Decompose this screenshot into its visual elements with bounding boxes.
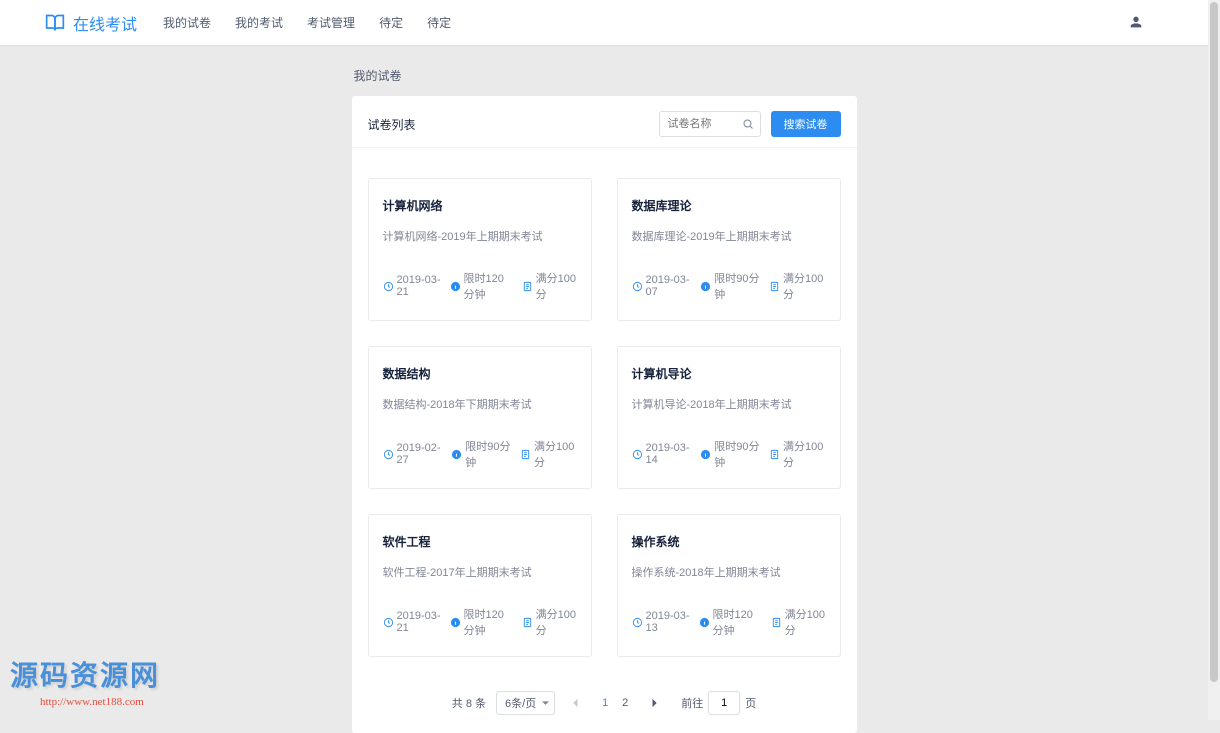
meta-limit: 限时120分钟: [450, 270, 514, 302]
card-meta: 2019-03-13限时120分钟满分100分: [632, 606, 826, 638]
card-title: 操作系统: [632, 533, 826, 550]
meta-limit: 限时90分钟: [700, 438, 761, 470]
score-icon: [522, 281, 533, 292]
watermark-text: 源码资源网: [10, 654, 160, 694]
breadcrumb: 我的试卷: [352, 55, 857, 96]
watermark: 源码资源网 http://www.net188.com: [10, 654, 160, 708]
meta-score: 满分100分: [522, 606, 577, 638]
card-title: 软件工程: [383, 533, 577, 550]
meta-limit: 限时90分钟: [700, 270, 761, 302]
card-subtitle: 软件工程-2017年上期期末考试: [383, 564, 577, 580]
paper-grid: 计算机网络计算机网络-2019年上期期末考试2019-03-21限时120分钟满…: [352, 148, 857, 677]
clock-icon: [383, 281, 394, 292]
card-meta: 2019-03-14限时90分钟满分100分: [632, 438, 826, 470]
score-icon: [520, 449, 531, 460]
paper-card[interactable]: 计算机网络计算机网络-2019年上期期末考试 2019-03-21限时120分钟满…: [368, 178, 592, 321]
paper-card[interactable]: 数据结构数据结构-2018年下期期末考试 2019-02-27限时90分钟满分10…: [368, 346, 592, 489]
page-number[interactable]: 2: [615, 691, 635, 715]
logo[interactable]: 在线考试: [45, 11, 137, 35]
chevron-left-icon: [571, 698, 579, 708]
paper-card[interactable]: 软件工程软件工程-2017年上期期末考试 2019-03-21限时120分钟满分1…: [368, 514, 592, 657]
top-navbar: 在线考试 我的试卷 我的考试 考试管理 待定 待定: [0, 0, 1208, 45]
card-title: 计算机网络: [383, 197, 577, 214]
clock-icon: [383, 449, 394, 460]
meta-date: 2019-03-21: [383, 270, 442, 302]
page-size-select[interactable]: 6条/页: [496, 691, 555, 715]
meta-score: 满分100分: [769, 438, 826, 470]
page-prev-button[interactable]: [563, 691, 587, 715]
paper-card[interactable]: 操作系统操作系统-2018年上期期末考试 2019-03-13限时120分钟满分1…: [617, 514, 841, 657]
score-icon: [522, 617, 533, 628]
nav-item-pending-1[interactable]: 待定: [367, 14, 415, 31]
goto-suffix: 页: [745, 695, 756, 711]
meta-score: 满分100分: [771, 606, 826, 638]
card-subtitle: 操作系统-2018年上期期末考试: [632, 564, 826, 580]
page-number[interactable]: 1: [595, 691, 615, 715]
card-subtitle: 数据库理论-2019年上期期末考试: [632, 228, 826, 244]
watermark-url: http://www.net188.com: [10, 696, 160, 708]
info-icon: [451, 449, 462, 460]
nav-item-my-papers[interactable]: 我的试卷: [151, 14, 223, 31]
meta-score: 满分100分: [522, 270, 577, 302]
meta-limit: 限时120分钟: [450, 606, 514, 638]
card-title: 计算机导论: [632, 365, 826, 382]
info-icon: [450, 617, 461, 628]
chevron-down-icon: [542, 701, 549, 706]
card-meta: 2019-03-21限时120分钟满分100分: [383, 270, 577, 302]
meta-date: 2019-03-21: [383, 606, 442, 638]
chevron-right-icon: [651, 698, 659, 708]
nav-item-exam-mgmt[interactable]: 考试管理: [295, 14, 367, 31]
score-icon: [769, 281, 780, 292]
panel-title: 试卷列表: [368, 116, 659, 133]
page-next-button[interactable]: [643, 691, 667, 715]
logo-text: 在线考试: [73, 11, 137, 35]
scrollbar-thumb[interactable]: [1210, 2, 1218, 682]
meta-limit: 限时120分钟: [699, 606, 763, 638]
info-icon: [450, 281, 461, 292]
card-title: 数据结构: [383, 365, 577, 382]
card-subtitle: 计算机导论-2018年上期期末考试: [632, 396, 826, 412]
info-icon: [700, 281, 711, 292]
page-goto: 前往 页: [681, 691, 756, 715]
nav-item-my-exams[interactable]: 我的考试: [223, 14, 295, 31]
info-icon: [699, 617, 710, 628]
meta-date: 2019-03-07: [632, 270, 693, 302]
main-nav: 我的试卷 我的考试 考试管理 待定 待定: [151, 14, 463, 31]
goto-prefix: 前往: [681, 695, 703, 711]
scrollbar[interactable]: [1208, 0, 1220, 720]
paper-card[interactable]: 计算机导论计算机导论-2018年上期期末考试 2019-03-14限时90分钟满分…: [617, 346, 841, 489]
pagination: 共 8 条 6条/页 12 前往 页: [352, 677, 857, 733]
search-icon: [742, 118, 754, 130]
info-icon: [700, 449, 711, 460]
meta-date: 2019-03-14: [632, 438, 693, 470]
search-button[interactable]: 搜索试卷: [771, 111, 841, 137]
card-subtitle: 计算机网络-2019年上期期末考试: [383, 228, 577, 244]
meta-limit: 限时90分钟: [451, 438, 512, 470]
card-title: 数据库理论: [632, 197, 826, 214]
user-icon[interactable]: [1128, 14, 1144, 30]
meta-score: 满分100分: [520, 438, 577, 470]
clock-icon: [383, 617, 394, 628]
score-icon: [771, 617, 782, 628]
paper-card[interactable]: 数据库理论数据库理论-2019年上期期末考试 2019-03-07限时90分钟满分…: [617, 178, 841, 321]
goto-input[interactable]: [708, 691, 740, 715]
clock-icon: [632, 449, 643, 460]
meta-date: 2019-03-13: [632, 606, 691, 638]
clock-icon: [632, 281, 643, 292]
paper-list-panel: 试卷列表 搜索试卷 计算机网络计算机网络-2019年上期期末考试 2019-03-…: [352, 96, 857, 733]
book-icon: [45, 13, 65, 33]
meta-date: 2019-02-27: [383, 438, 444, 470]
card-meta: 2019-03-21限时120分钟满分100分: [383, 606, 577, 638]
score-icon: [769, 449, 780, 460]
nav-item-pending-2[interactable]: 待定: [415, 14, 463, 31]
page-size-value: 6条/页: [505, 695, 536, 711]
page-total: 共 8 条: [452, 695, 486, 711]
clock-icon: [632, 617, 643, 628]
panel-header: 试卷列表 搜索试卷: [352, 96, 857, 148]
meta-score: 满分100分: [769, 270, 826, 302]
card-meta: 2019-03-07限时90分钟满分100分: [632, 270, 826, 302]
card-meta: 2019-02-27限时90分钟满分100分: [383, 438, 577, 470]
card-subtitle: 数据结构-2018年下期期末考试: [383, 396, 577, 412]
